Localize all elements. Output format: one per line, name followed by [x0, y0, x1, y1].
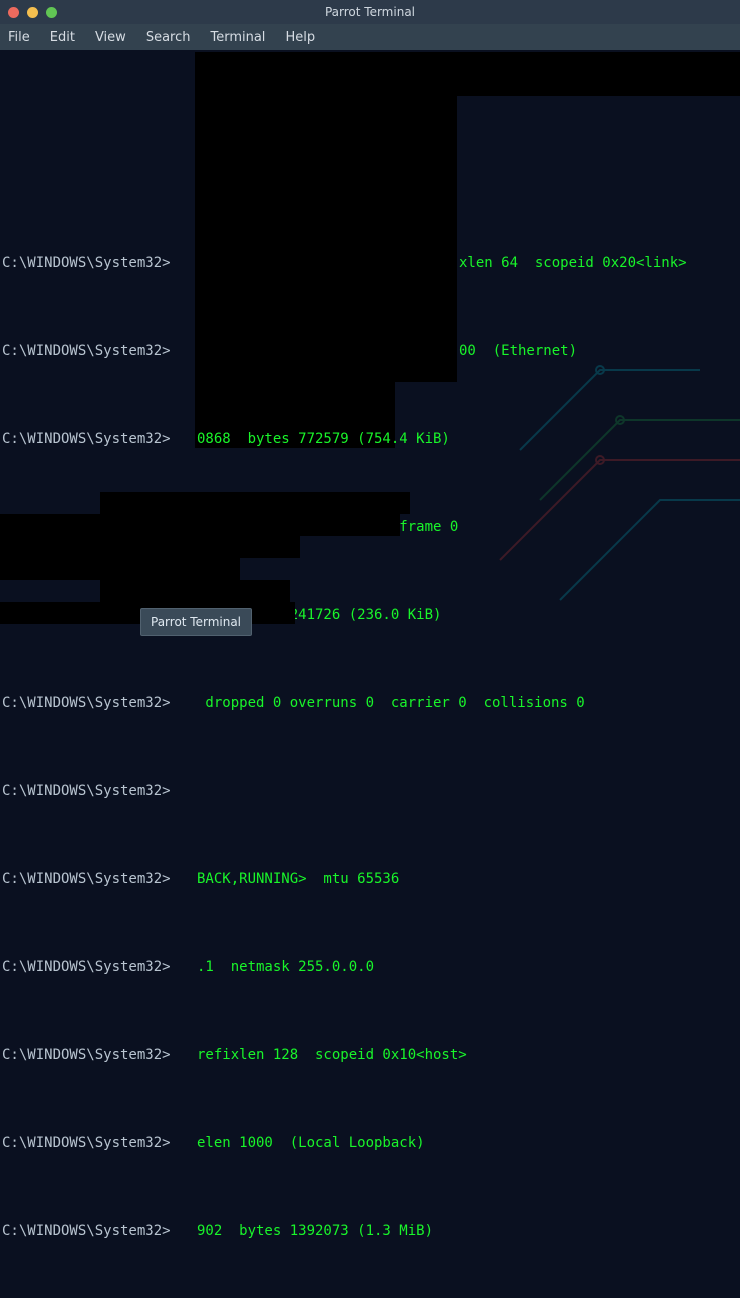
- prompt-sys32: C:\WINDOWS\System32>: [2, 1220, 171, 1242]
- prompt-sys32: C:\WINDOWS\System32>: [2, 1132, 171, 1154]
- ghost-text: 00 (Ethernet): [459, 340, 577, 362]
- menu-search[interactable]: Search: [146, 30, 191, 45]
- prompt-sys32: C:\WINDOWS\System32>: [2, 780, 171, 802]
- terminal-output[interactable]: C:\WINDOWS\System32> xlen 64 scopeid 0x2…: [0, 50, 740, 1298]
- overlay-bg-top: [195, 52, 457, 382]
- prompt-sys32: C:\WINDOWS\System32>: [2, 252, 171, 274]
- prompt-sys32: C:\WINDOWS\System32>: [2, 428, 171, 450]
- ghost-text: BACK,RUNNING> mtu 65536: [197, 868, 399, 890]
- titlebar: Parrot Terminal: [0, 0, 740, 24]
- prompt-sys32: C:\WINDOWS\System32>: [2, 956, 171, 978]
- overlay-bg-b: [0, 514, 400, 536]
- ghost-text: 0868 bytes 772579 (754.4 KiB): [197, 428, 450, 450]
- overlay-bg-e: [100, 580, 290, 602]
- window-title: Parrot Terminal: [0, 5, 740, 19]
- menu-terminal[interactable]: Terminal: [210, 30, 265, 45]
- ghost-text: xlen 64 scopeid 0x20<link>: [459, 252, 687, 274]
- ghost-text: refixlen 128 scopeid 0x10<host>: [197, 1044, 467, 1066]
- menu-view[interactable]: View: [95, 30, 126, 45]
- overlay-bg-top-ext: [457, 52, 740, 96]
- tooltip-text: Parrot Terminal: [151, 615, 241, 629]
- ghost-text: dropped 0 overruns 0 carrier 0 collision…: [197, 692, 585, 714]
- menu-file[interactable]: File: [8, 30, 30, 45]
- tooltip: Parrot Terminal: [140, 608, 252, 636]
- menubar: File Edit View Search Terminal Help: [0, 24, 740, 50]
- menu-edit[interactable]: Edit: [50, 30, 75, 45]
- overlay-bg-c: [0, 536, 300, 558]
- prompt-sys32: C:\WINDOWS\System32>: [2, 340, 171, 362]
- ghost-text: elen 1000 (Local Loopback): [197, 1132, 425, 1154]
- overlay-bg-d: [0, 558, 240, 580]
- prompt-sys32: C:\WINDOWS\System32>: [2, 1044, 171, 1066]
- overlay-bg-a: [100, 492, 410, 514]
- prompt-sys32: C:\WINDOWS\System32>: [2, 868, 171, 890]
- ghost-text: .1 netmask 255.0.0.0: [197, 956, 374, 978]
- prompt-sys32: C:\WINDOWS\System32>: [2, 692, 171, 714]
- ghost-text: 902 bytes 1392073 (1.3 MiB): [197, 1220, 433, 1242]
- menu-help[interactable]: Help: [285, 30, 315, 45]
